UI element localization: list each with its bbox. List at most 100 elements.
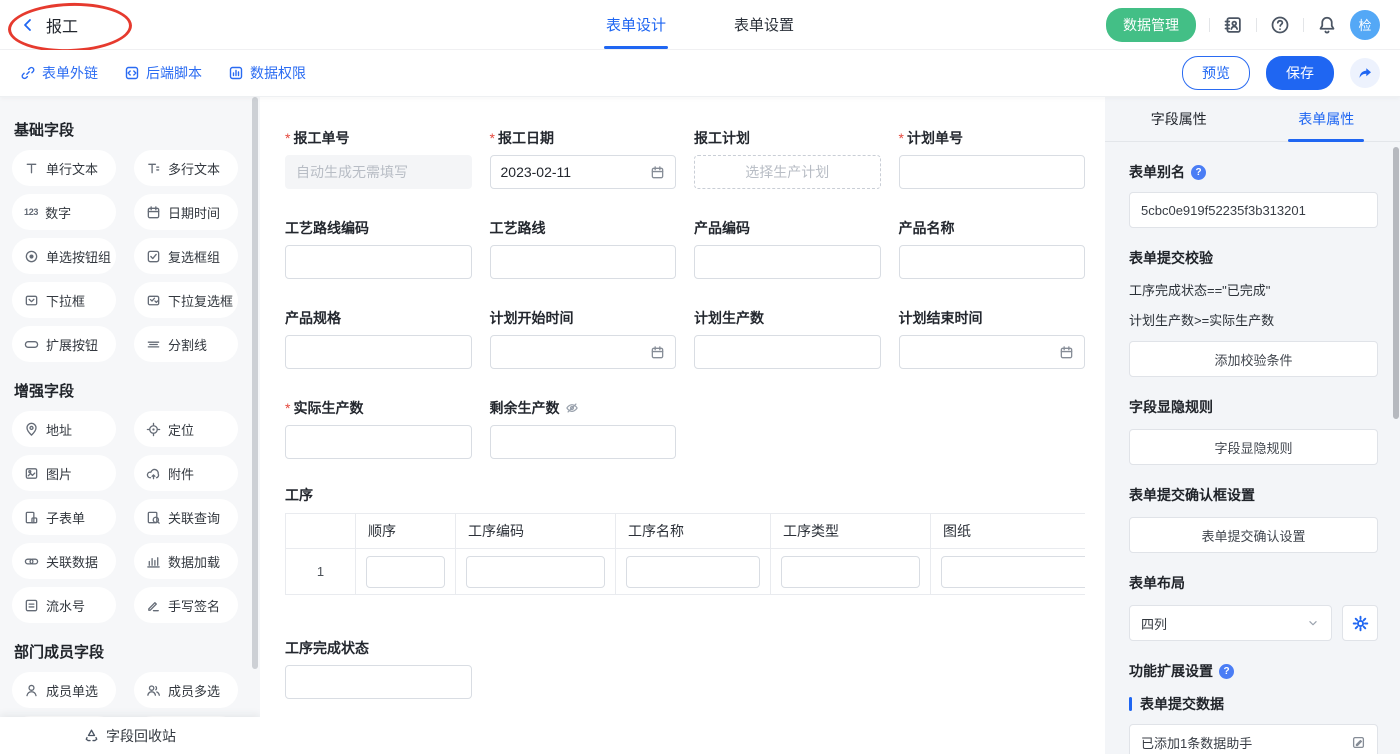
form-alias-input[interactable]: 5cbc0e919f52235f3b313201 bbox=[1129, 192, 1378, 228]
visibility-rules-button[interactable]: 字段显隐规则 bbox=[1129, 429, 1378, 465]
field-type-pill-关联数据[interactable]: 关联数据 bbox=[12, 543, 116, 579]
date-input[interactable] bbox=[490, 335, 677, 369]
panel-scrollbar[interactable] bbox=[1393, 147, 1399, 419]
layout-select[interactable]: 四列 bbox=[1129, 605, 1332, 641]
field-type-pill-单行文本[interactable]: 单行文本 bbox=[12, 150, 116, 186]
text-input[interactable] bbox=[285, 245, 472, 279]
data-manage-button[interactable]: 数据管理 bbox=[1106, 8, 1196, 42]
share-button[interactable] bbox=[1350, 58, 1380, 88]
required-asterisk: * bbox=[285, 130, 290, 146]
preview-button[interactable]: 预览 bbox=[1182, 56, 1250, 90]
field-label-text: 报工计划 bbox=[694, 128, 750, 148]
canvas-field: 计划生产数 bbox=[694, 309, 881, 369]
confirm-settings-button[interactable]: 表单提交确认设置 bbox=[1129, 517, 1378, 553]
date-input[interactable] bbox=[899, 335, 1086, 369]
form-title: 报工 bbox=[46, 13, 78, 37]
field-label: 产品编码 bbox=[694, 219, 881, 237]
text-input[interactable] bbox=[899, 245, 1086, 279]
field-type-pill-子表单[interactable]: 子表单 bbox=[12, 499, 116, 535]
field-type-pill-复选框组[interactable]: 复选框组 bbox=[134, 238, 238, 274]
sign-icon bbox=[146, 598, 161, 613]
header-tabs: 表单设计 表单设置 bbox=[604, 0, 796, 49]
subform-cell-input[interactable] bbox=[466, 556, 605, 588]
field-type-pill-日期时间[interactable]: 日期时间 bbox=[134, 194, 238, 230]
field-label-text: 报工日期 bbox=[498, 128, 554, 148]
dataload-icon bbox=[146, 554, 161, 569]
pill-label: 关联查询 bbox=[168, 508, 220, 527]
submit-data-input[interactable]: 已添加1条数据助手 bbox=[1129, 724, 1378, 754]
save-button[interactable]: 保存 bbox=[1266, 56, 1334, 90]
field-type-pill-多行文本[interactable]: 多行文本 bbox=[134, 150, 238, 186]
layout-title: 表单布局 bbox=[1129, 573, 1378, 593]
field-type-pill-定位[interactable]: 定位 bbox=[134, 411, 238, 447]
tab-field-properties[interactable]: 字段属性 bbox=[1105, 97, 1253, 141]
extension-title: 功能扩展设置 ? bbox=[1129, 661, 1378, 681]
field-type-pill-成员多选[interactable]: 成员多选 bbox=[134, 672, 238, 708]
canvas-field: 计划开始时间 bbox=[490, 309, 677, 369]
field-type-pill-下拉复选框[interactable]: 下拉复选框 bbox=[134, 282, 238, 318]
canvas-field: *报工日期 2023-02-11 bbox=[490, 129, 677, 189]
sidebar-scrollbar[interactable] bbox=[252, 97, 258, 669]
form-designer-app: 报工 表单设计 表单设置 数据管理 检 表单外链 后端脚本 数据权限 预览 保存 bbox=[0, 0, 1400, 755]
question-badge-icon[interactable]: ? bbox=[1219, 664, 1234, 679]
field-type-pill-下拉框[interactable]: 下拉框 bbox=[12, 282, 116, 318]
text-input[interactable]: 自动生成无需填写 bbox=[285, 155, 472, 189]
required-asterisk: * bbox=[490, 130, 495, 146]
pencil-icon[interactable] bbox=[1351, 735, 1366, 750]
field-type-pill-数字[interactable]: 123数字 bbox=[12, 194, 116, 230]
plan-picker[interactable]: 选择生产计划 bbox=[694, 155, 881, 189]
chevron-down-icon bbox=[1306, 616, 1320, 630]
field-recycle-bin[interactable]: 字段回收站 bbox=[0, 717, 260, 754]
question-badge-icon[interactable]: ? bbox=[1191, 165, 1206, 180]
canvas-field: 工艺路线编码 bbox=[285, 219, 472, 279]
contacts-icon[interactable] bbox=[1223, 15, 1243, 35]
field-type-pill-数据加载[interactable]: 数据加载 bbox=[134, 543, 238, 579]
field-type-pill-流水号[interactable]: 流水号 bbox=[12, 587, 116, 623]
bell-icon[interactable] bbox=[1317, 15, 1337, 35]
toolbar-link-后端脚本[interactable]: 后端脚本 bbox=[124, 63, 202, 83]
text-input[interactable] bbox=[694, 335, 881, 369]
subform-cell-input[interactable] bbox=[626, 556, 760, 588]
text-input[interactable] bbox=[285, 425, 472, 459]
text-input[interactable] bbox=[285, 335, 472, 369]
field-type-pill-关联查询[interactable]: 关联查询 bbox=[134, 499, 238, 535]
tab-form-properties[interactable]: 表单属性 bbox=[1253, 97, 1400, 141]
tab-form-settings[interactable]: 表单设置 bbox=[732, 0, 796, 49]
pill-label: 复选框组 bbox=[168, 247, 220, 266]
canvas-field: 报工计划选择生产计划 bbox=[694, 129, 881, 189]
subform-cell-input[interactable] bbox=[781, 556, 920, 588]
properties-panel: 字段属性 表单属性 表单别名 ? 5cbc0e919f52235f3b31320… bbox=[1105, 97, 1400, 754]
text-input[interactable] bbox=[285, 665, 472, 699]
layout-gear-button[interactable] bbox=[1342, 605, 1378, 641]
field-type-pill-图片[interactable]: 图片 bbox=[12, 455, 116, 491]
field-type-pill-分割线[interactable]: 分割线 bbox=[134, 326, 238, 362]
field-type-pill-手写签名[interactable]: 手写签名 bbox=[134, 587, 238, 623]
avatar[interactable]: 检 bbox=[1350, 10, 1380, 40]
field-type-pill-扩展按钮[interactable]: 扩展按钮 bbox=[12, 326, 116, 362]
help-icon[interactable] bbox=[1270, 15, 1290, 35]
toolbar-link-数据权限[interactable]: 数据权限 bbox=[228, 63, 306, 83]
text-input[interactable] bbox=[490, 425, 677, 459]
field-label-text: 剩余生产数 bbox=[490, 398, 560, 418]
field-type-pill-地址[interactable]: 地址 bbox=[12, 411, 116, 447]
validation-rule[interactable]: 计划生产数>=实际生产数 bbox=[1129, 310, 1378, 329]
add-validation-button[interactable]: 添加校验条件 bbox=[1129, 341, 1378, 377]
validation-rule[interactable]: 工序完成状态=="已完成" bbox=[1129, 280, 1378, 299]
address-icon bbox=[24, 422, 39, 437]
date-input[interactable]: 2023-02-11 bbox=[490, 155, 677, 189]
divider bbox=[1209, 18, 1210, 32]
subform-cell-input[interactable] bbox=[366, 556, 445, 588]
tab-form-design[interactable]: 表单设计 bbox=[604, 0, 668, 49]
field-label-text: 工艺路线 bbox=[490, 218, 546, 238]
text-input[interactable] bbox=[694, 245, 881, 279]
field-type-pill-附件[interactable]: 附件 bbox=[134, 455, 238, 491]
subform-cell-input[interactable] bbox=[941, 556, 1085, 588]
divider bbox=[1303, 18, 1304, 32]
field-type-pill-成员单选[interactable]: 成员单选 bbox=[12, 672, 116, 708]
back-button[interactable]: 报工 bbox=[20, 13, 78, 37]
toolbar-link-表单外链[interactable]: 表单外链 bbox=[20, 63, 98, 83]
text-input[interactable] bbox=[899, 155, 1086, 189]
text-input[interactable] bbox=[490, 245, 677, 279]
canvas-field: 产品规格 bbox=[285, 309, 472, 369]
field-type-pill-单选按钮组[interactable]: 单选按钮组 bbox=[12, 238, 116, 274]
